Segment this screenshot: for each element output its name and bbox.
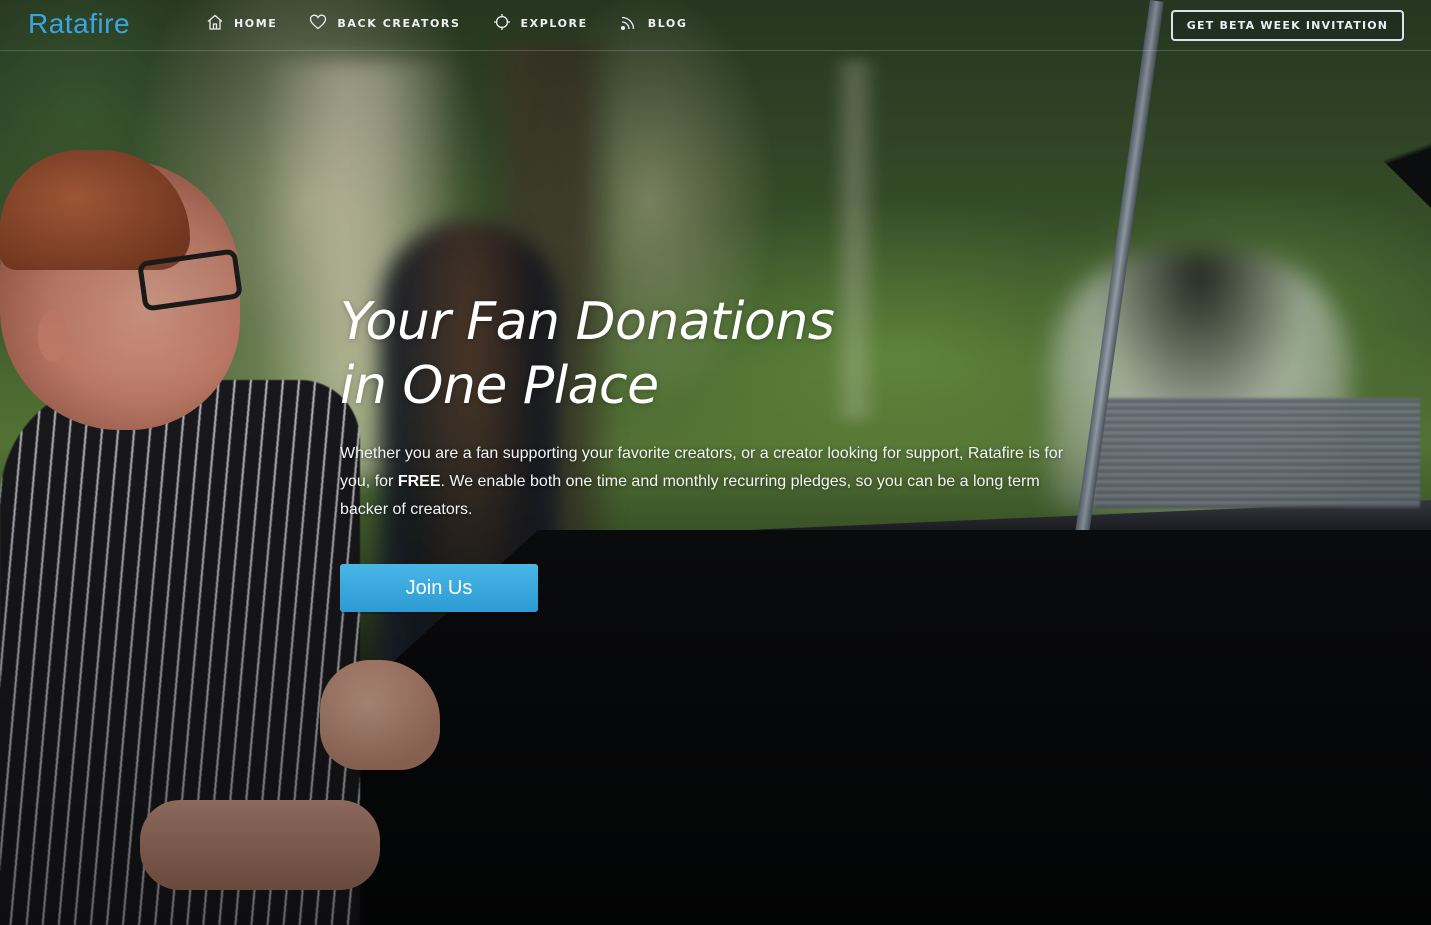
nav-item-explore[interactable]: EXPLORE	[493, 12, 588, 34]
beta-invitation-button[interactable]: GET BETA WEEK INVITATION	[1171, 10, 1404, 41]
hero-description-end: . We enable both one time and monthly re…	[340, 473, 1040, 518]
nav-item-blog[interactable]: BLOG	[620, 12, 688, 34]
nav-item-label: HOME	[234, 16, 278, 30]
nav-links: HOME BACK CREATORS EXPLORE BLOG	[206, 12, 720, 34]
nav-item-label: BACK CREATORS	[337, 16, 461, 30]
hero-description: Whether you are a fan supporting your fa…	[340, 440, 1080, 524]
join-us-button[interactable]: Join Us	[340, 564, 538, 612]
home-icon	[206, 13, 226, 33]
nav-item-label: EXPLORE	[520, 16, 588, 30]
landing-page: Ratafire HOME BACK CREATORS EXPLORE BLOG…	[0, 0, 1431, 925]
heart-icon	[309, 13, 329, 33]
nav-item-label: BLOG	[647, 16, 688, 30]
crosshair-icon	[493, 13, 513, 33]
nav-item-home[interactable]: HOME	[206, 12, 277, 34]
rss-icon	[620, 13, 640, 33]
hero-title-line-2: in One Place	[340, 356, 659, 416]
brand-logo[interactable]: Ratafire	[28, 8, 130, 40]
hero-description-free: FREE	[397, 473, 441, 490]
nav-item-back-creators[interactable]: BACK CREATORS	[309, 12, 460, 34]
hero-title: Your Fan Donations in One Place	[340, 290, 1040, 418]
top-navbar: Ratafire HOME BACK CREATORS EXPLORE BLOG…	[0, 0, 1431, 51]
hero-title-line-1: Your Fan Donations	[340, 292, 835, 352]
